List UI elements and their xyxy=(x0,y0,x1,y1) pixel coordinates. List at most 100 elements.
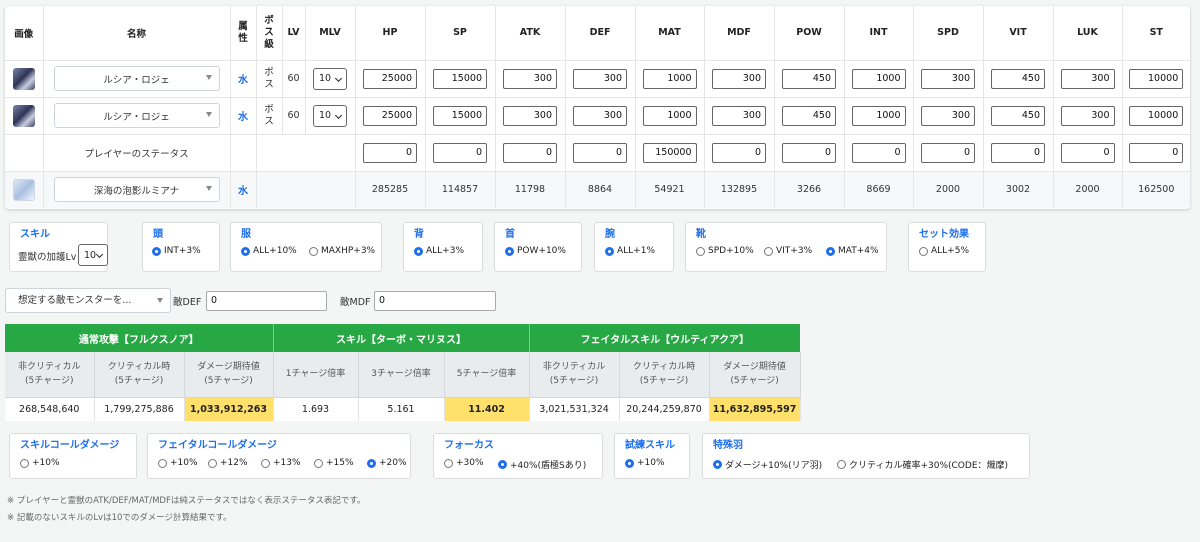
player-sp-input[interactable]: 0 xyxy=(433,142,487,163)
fatal-call-option-15[interactable]: +15% xyxy=(314,458,354,468)
arm-option-all[interactable]: ALL+1% xyxy=(605,246,655,256)
st-input[interactable]: 10000 xyxy=(1129,68,1184,89)
damage-value: 268,548,640 xyxy=(5,397,95,421)
pet-avatar xyxy=(12,178,35,201)
character-avatar xyxy=(12,104,35,127)
st-input[interactable]: 10000 xyxy=(1129,105,1184,126)
special-feather-title: 特殊羽 xyxy=(713,440,743,451)
int-input[interactable]: 1000 xyxy=(851,105,906,126)
player-st-input[interactable]: 0 xyxy=(1129,142,1184,163)
vit-input[interactable]: 450 xyxy=(991,105,1045,126)
mlv-select[interactable]: 10 xyxy=(313,67,347,90)
luk-input[interactable]: 300 xyxy=(1060,105,1115,126)
col-attr-header: 属性 xyxy=(230,6,257,61)
arm-box: 腕 ALL+1% xyxy=(594,222,674,272)
feet-box: 靴 SPD+10% VIT+3% MAT+4% xyxy=(685,222,887,272)
sub-header: 非クリティカル (5チャージ) xyxy=(529,352,620,398)
focus-option-30[interactable]: +30% xyxy=(444,458,484,468)
player-int-input[interactable]: 0 xyxy=(851,142,906,163)
luk-input[interactable]: 300 xyxy=(1060,68,1115,89)
int-input[interactable]: 1000 xyxy=(851,68,906,89)
vit-input[interactable]: 450 xyxy=(991,68,1045,89)
mdf-input[interactable]: 300 xyxy=(712,105,766,126)
spd-input[interactable]: 300 xyxy=(921,68,975,89)
player-mdf-input[interactable]: 0 xyxy=(712,142,766,163)
col-mlv-header: MLV xyxy=(305,6,356,61)
pow-input[interactable]: 450 xyxy=(782,105,836,126)
spd-input[interactable]: 300 xyxy=(921,105,975,126)
head-option-int[interactable]: INT+3% xyxy=(152,246,201,256)
skill-call-box: スキルコールダメージ +10% xyxy=(9,433,137,479)
chevron-down-icon xyxy=(334,111,343,119)
set-option-all[interactable]: ALL+5% xyxy=(919,246,969,256)
feather-option-critical[interactable]: クリティカル確率+30%(CODE：熾摩) xyxy=(837,458,1008,471)
hp-input[interactable]: 25000 xyxy=(363,105,417,126)
enemy-monster-select[interactable]: 想定する敵モンスターを... xyxy=(5,288,171,313)
feather-option-damage[interactable]: ダメージ+10%(リア羽) xyxy=(713,458,822,471)
skill-level-select[interactable]: 10 xyxy=(78,244,108,266)
result-vit: 3002 xyxy=(983,171,1054,208)
enemy-def-input[interactable]: 0 xyxy=(206,291,327,311)
player-spd-input[interactable]: 0 xyxy=(921,142,975,163)
boss-label: ボス xyxy=(264,103,274,127)
radio-empty-icon xyxy=(919,246,928,256)
name-cell: ルシア・ロジェ xyxy=(43,60,231,98)
fatal-call-option-12[interactable]: +12% xyxy=(208,458,248,468)
pet-name-select[interactable]: 深海の泡影ルミアナ xyxy=(53,177,220,203)
character-name-select[interactable]: ルシア・ロジェ xyxy=(53,66,220,91)
mat-input[interactable]: 1000 xyxy=(642,105,697,126)
neck-box: 首 POW+10% xyxy=(494,222,582,272)
player-def-input[interactable]: 0 xyxy=(573,142,627,163)
player-hp-input[interactable]: 0 xyxy=(363,142,417,163)
neck-title: 首 xyxy=(505,229,515,240)
mat-input[interactable]: 1000 xyxy=(642,68,697,89)
focus-option-40[interactable]: +40%(盾極Sあり) xyxy=(498,458,586,471)
back-option-all[interactable]: ALL+3% xyxy=(414,246,464,256)
damage-value: 20,244,259,870 xyxy=(619,397,710,421)
neck-option-pow[interactable]: POW+10% xyxy=(505,246,566,256)
sp-input[interactable]: 15000 xyxy=(433,105,487,126)
mlv-select[interactable]: 10 xyxy=(313,104,347,127)
fatal-call-option-10[interactable]: +10% xyxy=(158,458,198,468)
pow-input[interactable]: 450 xyxy=(782,68,836,89)
col-image-header: 画像 xyxy=(5,6,44,61)
arm-title: 腕 xyxy=(605,229,615,240)
feet-option-vit[interactable]: VIT+3% xyxy=(764,246,812,256)
player-pow-input[interactable]: 0 xyxy=(782,142,836,163)
enemy-mdf-input[interactable]: 0 xyxy=(374,291,496,311)
player-mat-input[interactable]: 150000 xyxy=(642,142,697,163)
mdf-input[interactable]: 300 xyxy=(712,68,766,89)
fatal-call-option-20[interactable]: +20% xyxy=(367,458,407,468)
lv-cell: 60 xyxy=(282,97,306,135)
def-input[interactable]: 300 xyxy=(573,68,627,89)
atk-input[interactable]: 300 xyxy=(503,68,557,89)
radio-empty-icon xyxy=(158,458,167,468)
charge-multiplier: 1.693 xyxy=(273,397,359,421)
focus-box: フォーカス +30% +40%(盾極Sあり) xyxy=(433,433,603,479)
character-name-select[interactable]: ルシア・ロジェ xyxy=(53,103,220,128)
damage-value-row: 268,548,640 1,799,275,886 1,033,912,263 … xyxy=(5,397,801,421)
feet-option-spd[interactable]: SPD+10% xyxy=(696,246,754,256)
result-mat: 54921 xyxy=(635,171,705,208)
dropdown-caret-icon xyxy=(205,186,212,192)
player-atk-input[interactable]: 0 xyxy=(503,142,557,163)
sp-input[interactable]: 15000 xyxy=(433,68,487,89)
col-atk-header: ATK xyxy=(495,6,566,61)
back-title: 背 xyxy=(414,229,424,240)
player-luk-input[interactable]: 0 xyxy=(1060,142,1115,163)
hp-input[interactable]: 25000 xyxy=(363,68,417,89)
chevron-down-icon xyxy=(95,250,104,259)
table-row: ルシア・ロジェ 水 ボス 60 10 25000 15000 300 300 1… xyxy=(5,60,1190,98)
feet-option-mat[interactable]: MAT+4% xyxy=(826,246,879,256)
def-input[interactable]: 300 xyxy=(573,105,627,126)
fatal-call-option-13[interactable]: +13% xyxy=(261,458,301,468)
result-mdf: 132895 xyxy=(704,171,775,208)
body-option-maxhp[interactable]: MAXHP+3% xyxy=(309,246,375,256)
note-line-1: ※ プレイヤーと霊獣のATK/DEF/MAT/MDFは純ステータスではなく表示ス… xyxy=(7,496,366,506)
body-option-all[interactable]: ALL+10% xyxy=(241,246,297,256)
skill-title: スキル xyxy=(20,229,50,240)
atk-input[interactable]: 300 xyxy=(503,105,557,126)
skill-call-option[interactable]: +10% xyxy=(20,458,60,468)
trial-skill-option[interactable]: +10% xyxy=(625,458,665,468)
player-vit-input[interactable]: 0 xyxy=(991,142,1045,163)
